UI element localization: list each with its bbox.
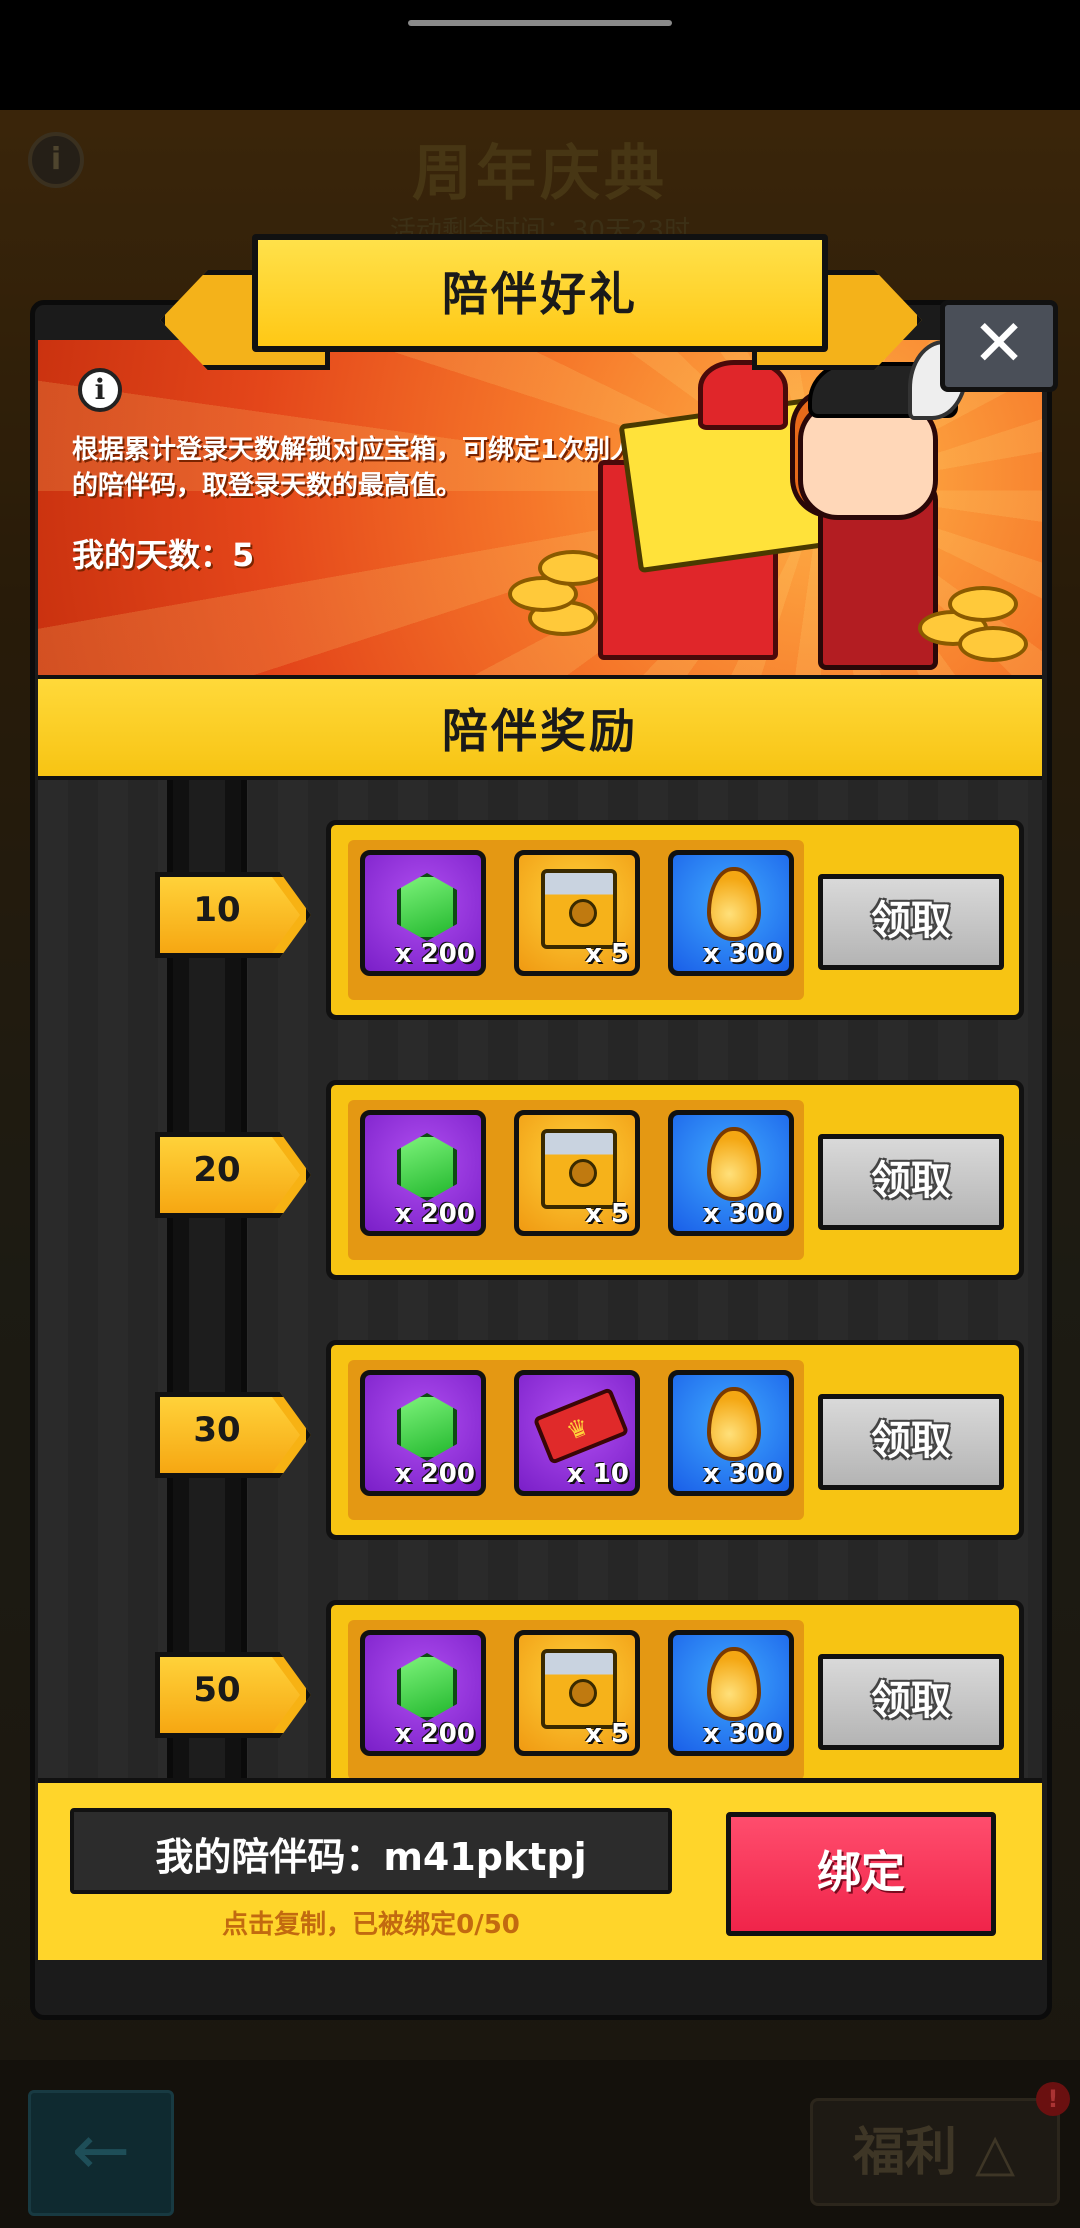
golden-drop-icon (707, 1387, 761, 1461)
companion-code[interactable]: 我的陪伴码：m41pktpj (70, 1826, 672, 1881)
triangle-up-icon: △ (975, 2123, 1016, 2183)
reward-item[interactable]: x 300 (668, 1370, 794, 1496)
reward-item[interactable]: x 200 (360, 1630, 486, 1756)
bind-button[interactable]: 绑定 (726, 1812, 996, 1936)
green-gem-icon (397, 1393, 457, 1461)
item-count: x 200 (394, 1719, 475, 1749)
my-days: 我的天数：5 (72, 536, 255, 574)
info-icon[interactable]: i (78, 368, 122, 412)
claim-button[interactable]: 领取 (818, 874, 1004, 970)
welfare-button: 福利 △ (810, 2098, 1060, 2206)
reward-row: 50 x 200 x 5 x 300 领取 (0, 1600, 1080, 1800)
coin-icon (958, 626, 1028, 662)
item-count: x 5 (585, 1719, 629, 1749)
reward-item[interactable]: x 5 (514, 850, 640, 976)
dialog-title: 陪伴好礼 (442, 267, 638, 321)
dialog-banner: i 根据累计登录天数解锁对应宝箱，可绑定1次别人的陪伴码，取登录天数的最高值。 … (38, 340, 1042, 675)
close-icon: ✕ (972, 307, 1026, 381)
reward-item[interactable]: x 5 (514, 1630, 640, 1756)
welfare-label: 福利 (853, 2123, 958, 2183)
green-gem-icon (397, 873, 457, 941)
day-number: 10 (193, 890, 241, 930)
item-count: x 300 (702, 1459, 783, 1489)
item-count: x 300 (702, 1199, 783, 1229)
green-gem-icon (397, 1133, 457, 1201)
item-count: x 200 (394, 1199, 475, 1229)
gift-bow-icon (698, 360, 788, 430)
item-count: x 300 (702, 1719, 783, 1749)
chest-lock-icon (569, 1679, 597, 1707)
reward-row: 20 x 200 x 5 x 300 领取 (0, 1080, 1080, 1280)
golden-drop-icon (707, 867, 761, 941)
reward-row: 30 x 200 ♛ x 10 x 300 领取 (0, 1340, 1080, 1540)
day-number: 50 (193, 1670, 241, 1710)
day-number: 30 (193, 1410, 241, 1450)
chest-lock-icon (569, 1159, 597, 1187)
reward-item[interactable]: x 200 (360, 850, 486, 976)
item-count: x 200 (394, 1459, 475, 1489)
gesture-bar (408, 20, 672, 26)
reward-item[interactable]: x 300 (668, 1630, 794, 1756)
item-count: x 5 (585, 939, 629, 969)
item-count: x 5 (585, 1199, 629, 1229)
rules-description: 根据累计登录天数解锁对应宝箱，可绑定1次别人的陪伴码，取登录天数的最高值。 (72, 435, 637, 501)
day-number: 20 (193, 1150, 241, 1190)
claim-button[interactable]: 领取 (818, 1134, 1004, 1230)
reward-item[interactable]: x 300 (668, 1110, 794, 1236)
chest-lock-icon (569, 899, 597, 927)
reward-item[interactable]: x 300 (668, 850, 794, 976)
status-strip (0, 0, 1080, 110)
back-arrow-icon: ← (28, 2090, 174, 2216)
item-count: x 200 (394, 939, 475, 969)
coin-icon (948, 586, 1018, 622)
reward-item[interactable]: ♛ x 10 (514, 1370, 640, 1496)
copy-hint: 点击复制，已被绑定0/50 (222, 1910, 520, 1940)
reward-item[interactable]: x 200 (360, 1110, 486, 1236)
golden-drop-icon (707, 1127, 761, 1201)
claim-button[interactable]: 领取 (818, 1654, 1004, 1750)
reward-item[interactable]: x 5 (514, 1110, 640, 1236)
item-count: x 10 (566, 1459, 629, 1489)
reward-item[interactable]: x 200 (360, 1370, 486, 1496)
section-title: 陪伴奖励 (442, 704, 638, 758)
item-count: x 300 (702, 939, 783, 969)
green-gem-icon (397, 1653, 457, 1721)
close-button[interactable]: ✕ (940, 300, 1058, 392)
golden-drop-icon (707, 1647, 761, 1721)
claim-button[interactable]: 领取 (818, 1394, 1004, 1490)
reward-row: 10 x 200 x 5 x 300 领取 (0, 820, 1080, 1020)
notification-badge: ! (1036, 2082, 1070, 2116)
